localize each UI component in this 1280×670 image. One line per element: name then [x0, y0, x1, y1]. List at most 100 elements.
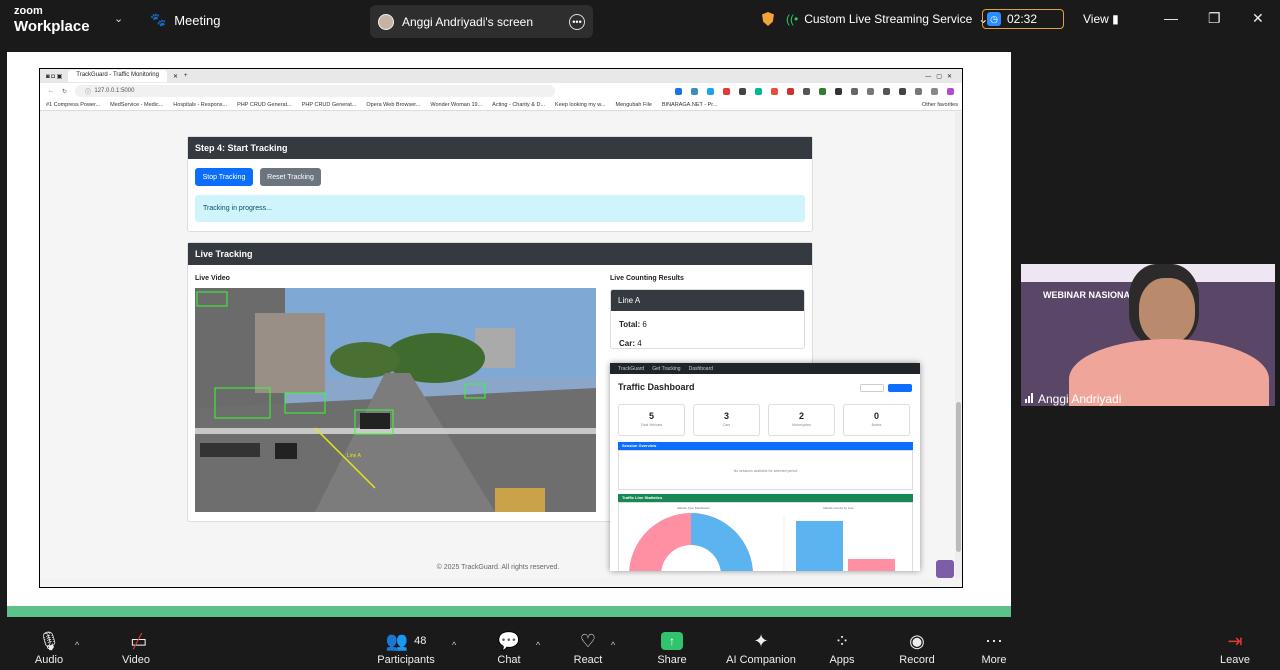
car-value: 4	[637, 339, 642, 348]
bookmark-item[interactable]: Opera Web Browser...	[366, 102, 420, 108]
minimize-icon[interactable]: —	[1164, 10, 1178, 26]
url-text: 127.0.0.1:5000	[94, 88, 135, 94]
share-label: Share	[657, 654, 687, 666]
stop-tracking-button[interactable]: Stop Tracking	[195, 168, 253, 186]
back-icon[interactable]: ←	[48, 88, 54, 94]
apps-icon: ⁘	[834, 630, 850, 651]
camera-off-icon: ▭ ╱	[130, 630, 148, 651]
live-label: Custom Live Streaming Service	[804, 12, 973, 26]
page-scrollbar[interactable]	[955, 112, 962, 578]
chat-caret-icon[interactable]: ^	[536, 640, 540, 650]
browser-tab-bar: ◙ ◘ ▣ TrackGuard - Traffic Monitoring ✕ …	[40, 69, 962, 83]
close-icon[interactable]: ✕	[1252, 10, 1264, 27]
line-a-card: Line A Total: 6 Car: 4	[610, 289, 805, 349]
bookmark-item[interactable]: MedService - Medic...	[110, 102, 163, 108]
chevron-down-icon[interactable]: ⌄	[114, 12, 123, 25]
live-streaming-menu[interactable]: ((• Custom Live Streaming Service ⌄	[786, 12, 988, 26]
bookmark-item[interactable]: PHP CRUD Generat...	[302, 102, 357, 108]
sparkle-icon: ✦	[753, 630, 769, 651]
meeting-timer[interactable]: ◷ 02:32	[982, 9, 1064, 29]
stat-label: Cars	[722, 423, 731, 427]
stat-label: Motorcycles	[792, 423, 811, 427]
reset-tracking-button[interactable]: Reset Tracking	[260, 168, 321, 186]
stat-card: 5 Total Vehicles	[618, 404, 685, 436]
bookmark-item[interactable]: #1 Compress Power...	[46, 102, 100, 108]
meeting-menu[interactable]: 🐾 Meeting	[150, 12, 220, 28]
audio-label: Audio	[34, 654, 64, 666]
new-tab-icon[interactable]: +	[184, 73, 188, 79]
zoom-logo[interactable]: zoom Workplace	[14, 5, 90, 35]
close-tab-icon[interactable]: ✕	[173, 73, 178, 80]
view-button[interactable]: View ▮	[1083, 12, 1119, 26]
car-label: Car:	[619, 339, 636, 348]
stat-card: 0 Buses	[843, 404, 910, 436]
bookmark-item[interactable]: PHP CRUD Generat...	[237, 102, 292, 108]
shield-icon[interactable]	[762, 12, 774, 26]
leave-icon: ⇥	[1227, 630, 1243, 651]
session-empty: No sessions available for selected perio…	[618, 450, 913, 490]
reload-icon[interactable]: ↻	[62, 88, 67, 95]
restore-icon[interactable]: ❐	[1208, 10, 1221, 27]
stat-label: Buses	[871, 423, 882, 427]
nav-dashboard[interactable]: Dashboard	[689, 366, 713, 372]
participants-button[interactable]: 👥 48 Participants	[371, 628, 441, 667]
react-label: React	[573, 654, 603, 666]
dashboard-nav: TrackGuard Get Tracking Dashboard	[610, 363, 920, 374]
bookmark-item[interactable]: Wonder Woman 19...	[430, 102, 482, 108]
traffic-line-charts	[629, 513, 895, 571]
video-button[interactable]: ▭ ╱ Video	[101, 628, 171, 667]
meeting-label: Meeting	[174, 12, 221, 28]
participant-video[interactable]: WEBINAR NASIONAL	[1021, 264, 1275, 406]
chat-label: Chat	[497, 654, 521, 666]
participants-caret-icon[interactable]: ^	[452, 640, 456, 650]
bookmark-item[interactable]: Other favorites	[922, 102, 962, 108]
browser-icons: ◙ ◘ ▣	[46, 73, 63, 80]
brand-bottom: Workplace	[14, 18, 90, 35]
bookmark-item[interactable]: Hospitals - Respons...	[173, 102, 227, 108]
more-options-icon[interactable]: •••	[569, 13, 585, 30]
refresh-button[interactable]	[888, 384, 912, 392]
step4-card: Step 4: Start Tracking Stop Tracking Res…	[187, 136, 813, 232]
bookmark-item[interactable]: BINARAGA.NET - Pr...	[662, 102, 718, 108]
ai-companion-button[interactable]: ✦ AI Companion	[715, 628, 807, 667]
stat-value: 5	[648, 411, 654, 421]
chat-button[interactable]: 💬 Chat	[474, 628, 544, 667]
leave-button[interactable]: ⇥ Leave	[1200, 628, 1270, 667]
nav-get-tracking[interactable]: Get Tracking	[652, 366, 680, 372]
chat-icon: 💬	[497, 630, 521, 651]
extension-icons[interactable]	[675, 87, 962, 95]
signal-bars-icon	[1025, 392, 1034, 406]
share-button[interactable]: ↑ Share	[637, 628, 707, 666]
bookmark-item[interactable]: Mengubah File	[616, 102, 652, 108]
nav-brand[interactable]: TrackGuard	[618, 366, 644, 372]
live-video-feed[interactable]: Line A	[195, 288, 596, 512]
apps-button[interactable]: ⁘ Apps	[807, 628, 877, 667]
avatar	[378, 13, 394, 30]
dashboard-popup[interactable]: TrackGuard Get Tracking Dashboard Traffi…	[610, 363, 920, 571]
audio-caret-icon[interactable]: ^	[75, 640, 79, 650]
chart-right-title: Vehicle Counts by Line	[823, 506, 854, 510]
brand-top: zoom	[14, 5, 43, 17]
bookmark-item[interactable]: Keep looking my w...	[555, 102, 605, 108]
bar-line-a-cars	[796, 521, 843, 571]
more-button[interactable]: ⋯ More	[959, 628, 1029, 667]
bookmark-item[interactable]: Acting - Charity & D...	[492, 102, 545, 108]
view-label: View	[1083, 12, 1109, 26]
avatar[interactable]	[936, 560, 954, 578]
address-field[interactable]: ⓘ 127.0.0.1:5000	[75, 85, 556, 97]
record-label: Record	[899, 654, 935, 666]
session-overview-header: Session Overview	[618, 442, 913, 450]
period-select[interactable]	[860, 384, 884, 392]
timer-value: 02:32	[1007, 12, 1038, 26]
audio-button[interactable]: 🎙 Audio	[14, 628, 84, 667]
total-row: Total: 6	[619, 320, 647, 329]
screen-share-pill[interactable]: Anggi Andriyadi's screen •••	[370, 5, 593, 38]
participants-label: Participants	[377, 654, 435, 666]
counting-results-label: Live Counting Results	[610, 275, 684, 282]
react-caret-icon[interactable]: ^	[611, 640, 615, 650]
more-label: More	[981, 654, 1007, 666]
scroll-thumb[interactable]	[956, 402, 961, 552]
record-button[interactable]: ◉ Record	[882, 628, 952, 667]
window-controls[interactable]: — ▢ ✕	[925, 73, 962, 80]
browser-tab[interactable]: TrackGuard - Traffic Monitoring	[68, 70, 167, 82]
